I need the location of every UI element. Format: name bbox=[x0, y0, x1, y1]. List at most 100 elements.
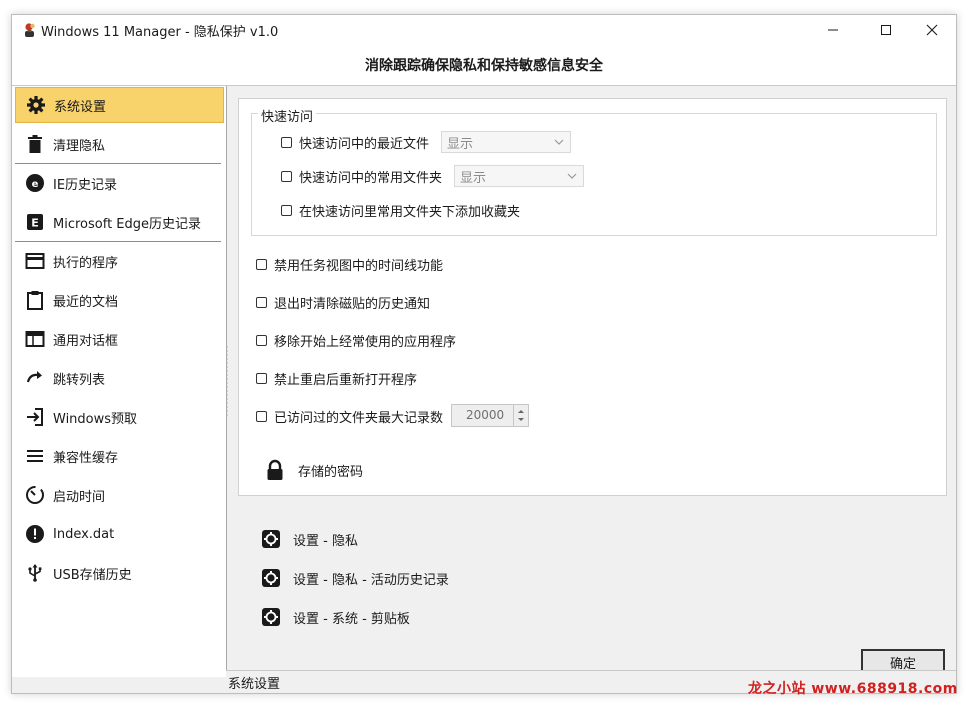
frequent-folders-checkbox[interactable]: 快速访问中的常用文件夹 bbox=[281, 167, 442, 186]
chevron-down-icon bbox=[567, 173, 577, 179]
settings-gear-icon bbox=[262, 530, 280, 548]
window-title: Windows 11 Manager - 隐私保护 v1.0 bbox=[41, 25, 279, 40]
sidebar-item-label: 通用对话框 bbox=[53, 333, 119, 349]
stored-password-link[interactable]: 存储的密码 bbox=[265, 459, 363, 481]
sidebar-item-label: Windows预取 bbox=[53, 411, 138, 427]
link-label: 设置 - 隐私 - 活动历史记录 bbox=[293, 572, 449, 588]
max-folder-records-checkbox[interactable]: 已访问过的文件夹最大记录数 bbox=[256, 407, 443, 426]
edge-icon: E bbox=[27, 214, 43, 230]
maximize-icon bbox=[881, 25, 891, 35]
sidebar-item-label: Microsoft Edge历史记录 bbox=[53, 216, 202, 232]
timer-icon bbox=[26, 486, 44, 504]
window-icon bbox=[25, 253, 45, 269]
trash-icon bbox=[28, 135, 42, 153]
settings-gear-icon bbox=[262, 569, 280, 587]
chevron-down-icon bbox=[554, 139, 564, 145]
add-favorites-checkbox[interactable]: 在快速访问里常用文件夹下添加收藏夹 bbox=[281, 201, 520, 220]
sidebar-item-compat-cache[interactable]: 兼容性缓存 bbox=[15, 438, 224, 474]
checkbox-box[interactable] bbox=[281, 171, 292, 182]
sidebar: 系统设置 清理隐私 e IE历史记录 E Microsoft Edge历史记录 bbox=[12, 86, 227, 677]
sidebar-item-common-dialogs[interactable]: 通用对话框 bbox=[15, 321, 224, 357]
sidebar-item-jump-lists[interactable]: 跳转列表 bbox=[15, 360, 224, 396]
settings-gear-icon bbox=[262, 608, 280, 626]
sidebar-item-label: Index.dat bbox=[53, 526, 115, 542]
checkbox-label: 快速访问中的最近文件 bbox=[299, 137, 430, 152]
redo-arrow-icon bbox=[26, 371, 42, 383]
stepper-arrows-icon bbox=[518, 410, 524, 421]
sidebar-item-clean-privacy[interactable]: 清理隐私 bbox=[15, 126, 224, 162]
sidebar-item-label: 启动时间 bbox=[53, 489, 106, 505]
sidebar-item-executed-programs[interactable]: 执行的程序 bbox=[15, 243, 224, 279]
checkbox-label: 已访问过的文件夹最大记录数 bbox=[274, 411, 444, 426]
main-content: 快速访问 快速访问中的最近文件 显示 快速访问中的常用文件夹 显示 在快速访问里… bbox=[228, 86, 956, 677]
sidebar-item-windows-prefetch[interactable]: Windows预取 bbox=[15, 399, 224, 435]
lock-icon bbox=[267, 459, 283, 480]
sidebar-item-ie-history[interactable]: e IE历史记录 bbox=[15, 165, 224, 201]
link-label: 设置 - 隐私 bbox=[293, 533, 358, 549]
sidebar-item-label: USB存储历史 bbox=[53, 567, 132, 583]
settings-privacy-link[interactable]: 设置 - 隐私 bbox=[261, 529, 358, 549]
checkbox-box[interactable] bbox=[256, 335, 267, 346]
recent-files-checkbox[interactable]: 快速访问中的最近文件 bbox=[281, 133, 429, 152]
settings-panel: 快速访问 快速访问中的最近文件 显示 快速访问中的常用文件夹 显示 在快速访问里… bbox=[238, 98, 947, 496]
checkbox-label: 禁用任务视图中的时间线功能 bbox=[274, 259, 444, 274]
sidebar-item-label: 系统设置 bbox=[54, 99, 107, 115]
settings-clipboard-link[interactable]: 设置 - 系统 - 剪贴板 bbox=[261, 607, 410, 627]
link-label: 设置 - 系统 - 剪贴板 bbox=[293, 611, 410, 627]
minimize-icon bbox=[828, 29, 838, 31]
watermark-text: 龙之小站 www.688918.com bbox=[748, 681, 958, 697]
login-arrow-icon bbox=[27, 408, 43, 426]
clear-tile-notifications-checkbox[interactable]: 退出时清除磁贴的历史通知 bbox=[256, 293, 430, 312]
title-bar: Windows 11 Manager - 隐私保护 v1.0 bbox=[12, 15, 956, 45]
remove-frequent-apps-checkbox[interactable]: 移除开始上经常使用的应用程序 bbox=[256, 331, 456, 350]
disable-timeline-checkbox[interactable]: 禁用任务视图中的时间线功能 bbox=[256, 255, 443, 274]
checkbox-label: 在快速访问里常用文件夹下添加收藏夹 bbox=[299, 205, 521, 220]
sidebar-item-label: 清理隐私 bbox=[53, 138, 106, 154]
checkbox-box[interactable] bbox=[256, 297, 267, 308]
max-folder-records-stepper[interactable]: 20000 bbox=[451, 404, 529, 427]
page-banner: 消除跟踪确保隐私和保持敏感信息安全 bbox=[12, 45, 956, 86]
sidebar-item-label: 执行的程序 bbox=[53, 255, 119, 271]
usb-icon bbox=[28, 564, 42, 582]
sidebar-item-label: 跳转列表 bbox=[53, 372, 106, 388]
select-value: 显示 bbox=[460, 170, 487, 186]
sidebar-divider bbox=[15, 241, 221, 242]
recent-files-select[interactable]: 显示 bbox=[441, 131, 571, 153]
disable-reopen-apps-checkbox[interactable]: 禁止重启后重新打开程序 bbox=[256, 369, 417, 388]
sidebar-item-system-settings[interactable]: 系统设置 bbox=[15, 87, 224, 123]
select-value: 显示 bbox=[447, 136, 474, 152]
maximize-button[interactable] bbox=[863, 15, 909, 45]
checkbox-box[interactable] bbox=[281, 205, 292, 216]
checkbox-label: 快速访问中的常用文件夹 bbox=[299, 171, 443, 186]
ie-icon: e bbox=[26, 174, 44, 192]
stored-password-label: 存储的密码 bbox=[298, 464, 364, 480]
close-icon bbox=[926, 24, 938, 36]
svg-text:E: E bbox=[31, 217, 39, 230]
app-logo-icon bbox=[25, 23, 35, 37]
sidebar-item-boot-time[interactable]: 启动时间 bbox=[15, 477, 224, 513]
status-text: 系统设置 bbox=[228, 676, 281, 692]
checkbox-label: 移除开始上经常使用的应用程序 bbox=[274, 335, 457, 350]
exclamation-icon bbox=[26, 525, 44, 543]
close-button[interactable] bbox=[909, 15, 955, 45]
checkbox-label: 禁止重启后重新打开程序 bbox=[274, 373, 418, 388]
checkbox-box[interactable] bbox=[256, 411, 267, 422]
stepper-buttons[interactable] bbox=[513, 405, 528, 426]
sidebar-item-label: 兼容性缓存 bbox=[53, 450, 119, 466]
sidebar-item-index-dat[interactable]: Index.dat bbox=[15, 516, 224, 552]
checkbox-box[interactable] bbox=[281, 137, 292, 148]
lines-icon bbox=[27, 450, 43, 462]
sidebar-item-edge-history[interactable]: E Microsoft Edge历史记录 bbox=[15, 204, 224, 240]
frequent-folders-select[interactable]: 显示 bbox=[454, 165, 584, 187]
dialog-icon bbox=[25, 331, 45, 347]
minimize-button[interactable] bbox=[810, 15, 856, 45]
settings-activity-history-link[interactable]: 设置 - 隐私 - 活动历史记录 bbox=[261, 568, 449, 588]
checkbox-box[interactable] bbox=[256, 373, 267, 384]
group-title: 快速访问 bbox=[258, 106, 317, 125]
sidebar-item-usb-history[interactable]: USB存储历史 bbox=[15, 555, 224, 591]
checkbox-box[interactable] bbox=[256, 259, 267, 270]
sidebar-item-recent-documents[interactable]: 最近的文档 bbox=[15, 282, 224, 318]
stepper-value: 20000 bbox=[466, 408, 505, 422]
sidebar-item-label: 最近的文档 bbox=[53, 294, 119, 310]
gear-icon bbox=[27, 96, 45, 114]
